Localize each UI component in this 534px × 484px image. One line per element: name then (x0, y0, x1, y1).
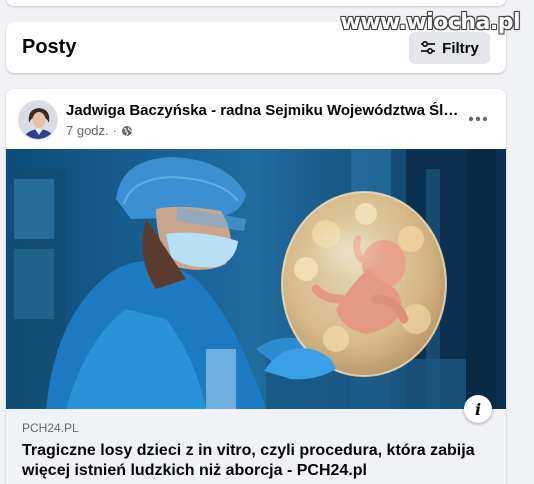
previous-card-edge (6, 0, 506, 6)
filter-label: Filtry (442, 39, 479, 57)
more-horizontal-icon (468, 116, 488, 122)
link-preview[interactable]: PCH24.PL Tragiczne losy dzieci z in vitr… (6, 409, 506, 484)
post-image[interactable] (6, 149, 506, 409)
globe-icon (122, 125, 132, 136)
sliders-icon (421, 40, 436, 55)
post-card: Jadwiga Baczyńska - radna Sejmiku Wojewó… (6, 89, 506, 484)
info-button[interactable]: i (464, 395, 492, 423)
link-title[interactable]: Tragiczne losy dzieci z in vitro, czyli … (22, 441, 492, 481)
link-domain: PCH24.PL (22, 421, 79, 435)
filter-button[interactable]: Filtry (409, 32, 490, 64)
more-options-button[interactable] (464, 105, 492, 133)
post-time[interactable]: 7 godz. (66, 123, 109, 138)
info-icon: i (474, 399, 482, 419)
meta-separator: · (112, 123, 117, 138)
post-author[interactable]: Jadwiga Baczyńska - radna Sejmiku Wojewó… (66, 102, 461, 119)
posts-title: Posty (22, 36, 77, 58)
post-meta: 7 godz. · (66, 123, 133, 138)
author-avatar[interactable] (18, 100, 58, 140)
doctor-baby-illustration (6, 149, 506, 409)
watermark: www.wiocha.pl (340, 10, 520, 35)
